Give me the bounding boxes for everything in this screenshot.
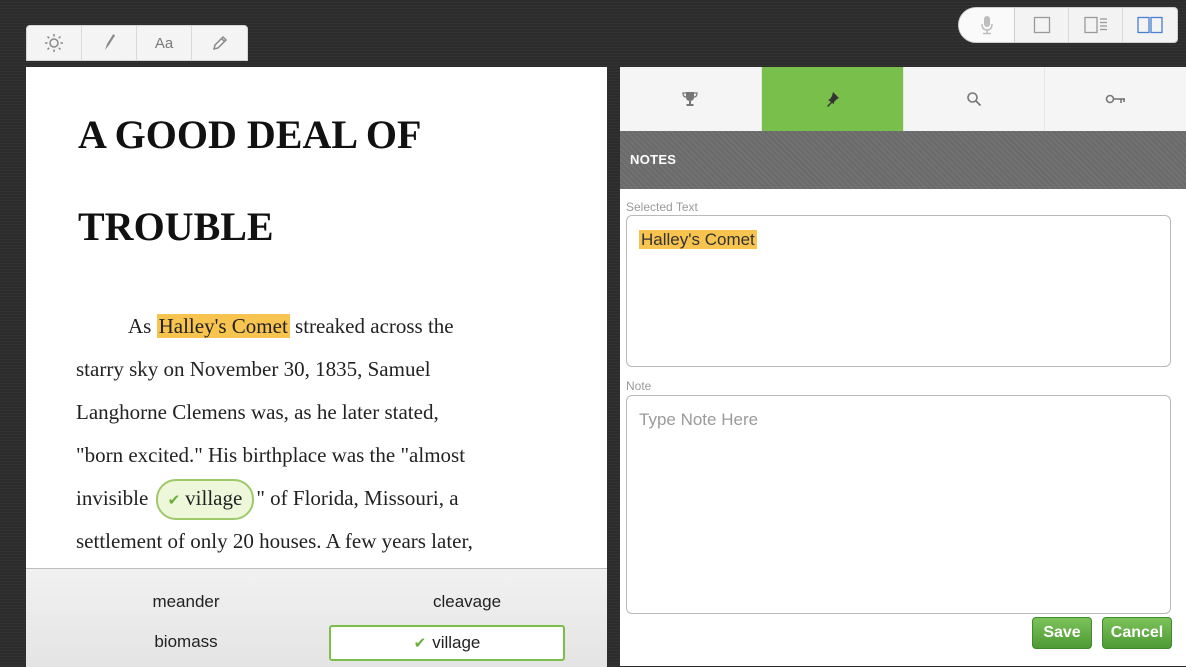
vocab-option[interactable]: cleavage: [392, 590, 542, 614]
body-line-post: " of Florida, Missouri, a: [256, 486, 459, 510]
double-page-icon[interactable]: [1123, 8, 1177, 42]
selected-text-box: Halley's Comet: [626, 215, 1171, 367]
body-line: invisible ✔ village " of Florida, Missouri…: [76, 477, 596, 520]
selected-text-value: Halley's Comet: [639, 230, 757, 249]
tab-notes[interactable]: [761, 67, 904, 139]
note-input[interactable]: [626, 395, 1171, 614]
tab-achievements[interactable]: [620, 67, 762, 131]
highlighted-text[interactable]: Halley's Comet: [156, 314, 290, 338]
view-mode-bar: [958, 7, 1178, 43]
key-icon: [1105, 94, 1125, 104]
body-line: starry sky on November 30, 1835, Samuel: [76, 357, 431, 381]
chapter-title-line1: A GOOD DEAL OF: [78, 112, 422, 157]
vocab-word-label: village: [185, 486, 243, 510]
chapter-title: A GOOD DEAL OF TROUBLE: [78, 89, 578, 273]
panel-tabs: [620, 67, 1186, 139]
body-line: Langhorne Clemens was, as he later state…: [76, 400, 439, 424]
chapter-title-line2: TROUBLE: [78, 204, 274, 249]
font-size-label: Aa: [154, 34, 174, 52]
reader-toolbar: Aa: [26, 25, 248, 61]
text-sidebar-icon[interactable]: [1069, 8, 1123, 42]
vocab-tray: meander cleavage biomass ✔ village: [26, 568, 607, 667]
microphone-icon[interactable]: [959, 8, 1015, 42]
pen-icon[interactable]: [82, 26, 137, 60]
font-size-icon[interactable]: Aa: [137, 26, 192, 60]
single-page-icon[interactable]: [1015, 8, 1069, 42]
body-line: "born excited." His birthplace was the "…: [76, 443, 466, 467]
checkmark-icon: ✔: [413, 635, 427, 652]
tab-key[interactable]: [1045, 67, 1186, 131]
note-label: Note: [626, 379, 652, 393]
body-line-pre: invisible: [76, 486, 154, 510]
vocab-option[interactable]: biomass: [111, 630, 261, 654]
side-panel: NOTES Selected Text Halley's Comet Note …: [620, 67, 1186, 666]
chapter-body: As Halley's Comet streaked across the st…: [76, 305, 596, 563]
pin-icon: [827, 92, 840, 107]
body-line-post: streaked across the: [289, 314, 454, 338]
vocab-option-label: village: [432, 633, 481, 652]
selected-text-label: Selected Text: [626, 200, 698, 214]
vocab-option[interactable]: meander: [111, 590, 261, 614]
vocab-word-pill[interactable]: ✔ village: [155, 479, 255, 520]
checkmark-icon: ✔: [167, 493, 181, 509]
body-line: settlement of only 20 houses. A few year…: [76, 529, 473, 553]
brightness-icon[interactable]: [27, 26, 82, 60]
notes-header: NOTES: [620, 131, 1186, 189]
body-line-pre: As: [128, 314, 157, 338]
tab-search[interactable]: [904, 67, 1046, 131]
pencil-icon[interactable]: [192, 26, 247, 60]
save-button[interactable]: Save: [1032, 617, 1092, 649]
cancel-button[interactable]: Cancel: [1102, 617, 1172, 649]
search-icon: [967, 92, 982, 107]
trophy-icon: [682, 92, 699, 106]
body-line: As Halley's Comet streaked across the: [76, 305, 596, 348]
vocab-option-selected[interactable]: ✔ village: [329, 625, 565, 661]
